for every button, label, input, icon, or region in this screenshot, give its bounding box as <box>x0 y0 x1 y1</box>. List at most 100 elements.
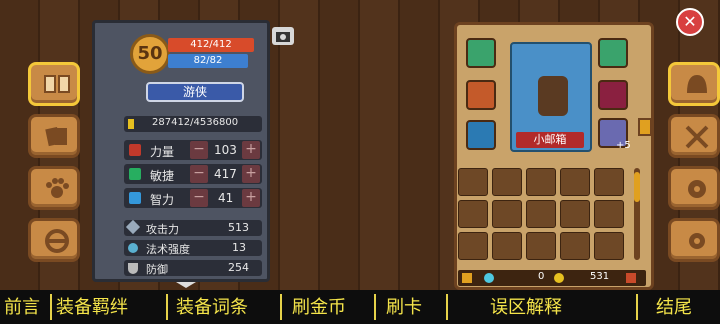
inventory-slot[interactable] <box>458 232 488 260</box>
necklace-slot[interactable] <box>466 38 496 68</box>
derived-row-attack: 攻击力 513 <box>124 219 262 236</box>
nav-ending[interactable]: 结尾 <box>656 293 692 319</box>
stat-label: 智力 <box>150 193 175 207</box>
inventory-slot[interactable] <box>526 168 556 196</box>
wheel-icon <box>45 229 69 253</box>
inventory-slot[interactable] <box>594 200 624 228</box>
codex-button[interactable] <box>28 62 80 106</box>
settings-tab-button[interactable] <box>668 218 720 262</box>
currency-bar: 0 531 <box>458 270 646 286</box>
boots-slot[interactable] <box>466 120 496 150</box>
stat-row-intelligence: 智力 − 41 + <box>124 188 262 208</box>
inventory-slot[interactable] <box>492 232 522 260</box>
gem-count: 0 <box>538 271 545 282</box>
hero-sprite <box>538 76 568 116</box>
derived-label: 攻击力 <box>146 223 179 236</box>
cards-icon <box>45 126 67 147</box>
hp-bar: 412/412 <box>168 38 254 52</box>
level-badge: 50 <box>130 34 170 74</box>
nav-farm-cards[interactable]: 刷卡 <box>386 293 422 319</box>
inventory-slot[interactable] <box>594 232 624 260</box>
exp-value: 287412/4536800 <box>152 117 239 128</box>
inventory-slot[interactable] <box>458 200 488 228</box>
close-button[interactable]: ✕ <box>676 8 704 36</box>
increase-intelligence-button[interactable]: + <box>242 189 260 207</box>
nav-separator <box>280 294 282 320</box>
inventory-slot[interactable] <box>560 232 590 260</box>
tab-toggle-button[interactable] <box>638 118 652 136</box>
derived-label: 防御 <box>146 263 168 276</box>
gold-count: 531 <box>590 271 610 282</box>
stat-value: 41 <box>218 191 234 205</box>
class-label-box: 游侠 <box>146 82 244 102</box>
compass-icon <box>688 180 706 198</box>
scrollbar-thumb[interactable] <box>634 172 640 202</box>
inventory-slot[interactable] <box>526 200 556 228</box>
nav-equipment-bond[interactable]: 装备羁绊 <box>56 293 128 319</box>
inventory-slot[interactable] <box>526 232 556 260</box>
inventory-slot[interactable] <box>560 168 590 196</box>
nav-preface[interactable]: 前言 <box>4 293 40 319</box>
increase-strength-button[interactable]: + <box>242 141 260 159</box>
paw-icon <box>46 178 69 198</box>
forge-tab-button[interactable] <box>668 166 720 210</box>
pet-name: 小邮箱 <box>533 133 567 146</box>
gem-icon <box>484 273 494 283</box>
nav-equipment-affix[interactable]: 装备词条 <box>176 293 248 319</box>
decrease-agility-button[interactable]: − <box>190 165 208 183</box>
equipment-tab-button[interactable] <box>668 62 720 106</box>
nav-misconceptions[interactable]: 误区解释 <box>490 293 562 319</box>
camera-icon <box>276 32 290 42</box>
stat-label: 力量 <box>150 145 175 159</box>
pet-bonus: +5 <box>616 140 631 151</box>
derived-row-defense: 防御 254 <box>124 260 262 276</box>
close-icon: ✕ <box>683 12 697 31</box>
screenshot-button[interactable] <box>272 27 294 45</box>
intelligence-icon <box>129 192 141 204</box>
gold-icon <box>554 273 564 283</box>
inventory-slot[interactable] <box>560 200 590 228</box>
derived-value: 254 <box>228 261 249 274</box>
increase-agility-button[interactable]: + <box>242 165 260 183</box>
stat-value: 417 <box>214 167 237 181</box>
inventory-slot[interactable] <box>458 168 488 196</box>
inventory-slot[interactable] <box>594 168 624 196</box>
lock-icon <box>462 273 472 283</box>
sword-icon <box>125 219 141 235</box>
wheel-button[interactable] <box>28 218 80 262</box>
pet-button[interactable] <box>28 166 80 210</box>
wand-icon <box>128 243 138 253</box>
agility-icon <box>129 168 141 180</box>
derived-value: 13 <box>232 241 246 254</box>
decrease-intelligence-button[interactable]: − <box>190 189 208 207</box>
skills-tab-button[interactable] <box>668 114 720 158</box>
inventory-slot[interactable] <box>492 168 522 196</box>
hp-value: 412/412 <box>190 39 232 50</box>
crossed-swords-icon <box>685 125 709 149</box>
add-gold-icon[interactable] <box>626 273 636 283</box>
nav-separator <box>636 294 638 320</box>
shield-icon <box>128 263 138 274</box>
derived-label: 法术强度 <box>146 243 190 256</box>
gear-icon <box>689 233 705 249</box>
nav-separator <box>446 294 448 320</box>
armor-slot[interactable] <box>466 80 496 110</box>
exp-bar: 287412/4536800 <box>124 116 262 132</box>
gloves-slot[interactable] <box>598 80 628 110</box>
pet-name-tag: 小邮箱 <box>516 132 584 148</box>
nav-separator <box>166 294 168 320</box>
derived-row-spell: 法术强度 13 <box>124 240 262 256</box>
inventory-scrollbar[interactable] <box>634 168 640 260</box>
helmet-slot[interactable] <box>598 38 628 68</box>
cards-button[interactable] <box>28 114 80 158</box>
nav-separator <box>50 294 52 320</box>
nav-farm-gold[interactable]: 刷金币 <box>292 293 346 319</box>
decrease-strength-button[interactable]: − <box>190 141 208 159</box>
strength-icon <box>129 144 141 156</box>
book-icon <box>44 75 70 93</box>
derived-value: 513 <box>228 221 249 234</box>
inventory-slot[interactable] <box>492 200 522 228</box>
helmet-icon <box>687 75 707 93</box>
level-value: 50 <box>137 43 163 64</box>
nav-separator <box>374 294 376 320</box>
